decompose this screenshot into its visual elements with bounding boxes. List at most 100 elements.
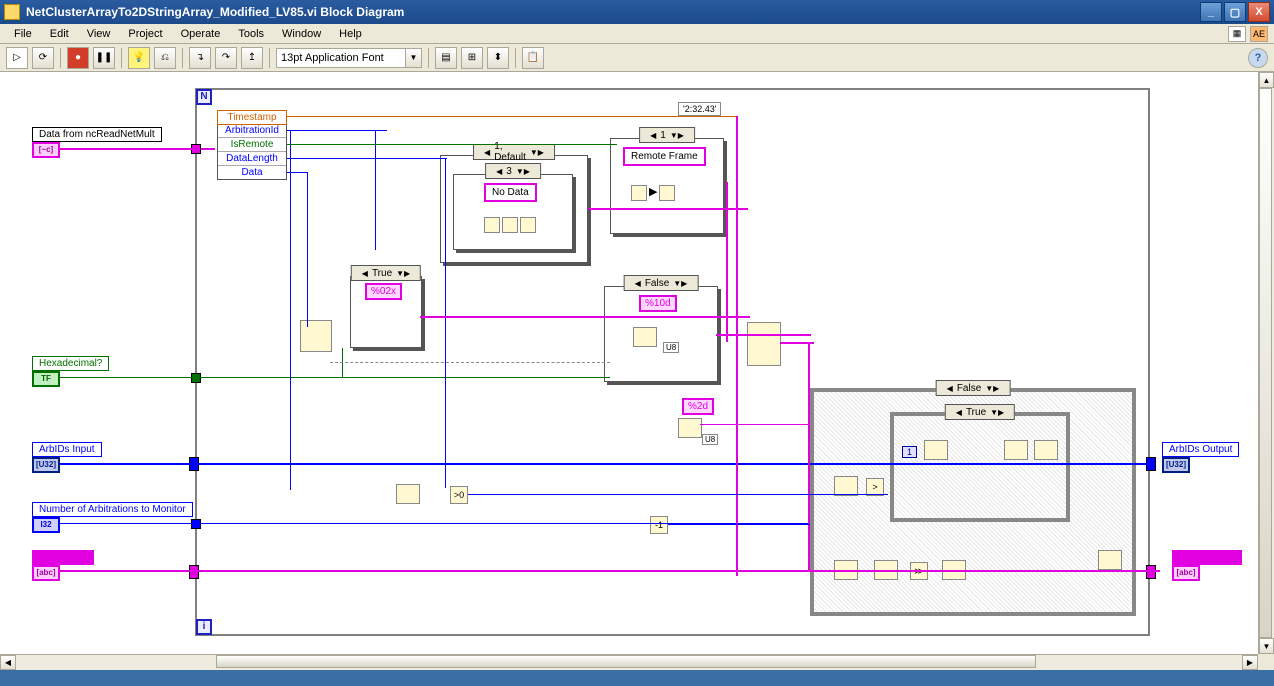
scroll-down-icon[interactable]: ▼ (1259, 638, 1274, 654)
scroll-right-icon[interactable]: ▶ (1242, 655, 1258, 670)
fmt-two[interactable]: %2d (682, 398, 714, 415)
case-inner-3[interactable]: ◀3▼▶ No Data (453, 174, 573, 250)
remote-frame-msg[interactable]: Remote Frame (623, 147, 706, 166)
build-arr3-icon[interactable] (1034, 440, 1058, 460)
case-inner-true-sel[interactable]: ◀True▼▶ (945, 404, 1015, 420)
v-scroll-thumb[interactable] (1259, 88, 1272, 638)
unbundle-node[interactable]: Timestamp ArbitrationId IsRemote DataLen… (217, 110, 287, 180)
abort-button[interactable]: ● (67, 47, 89, 69)
wire (287, 172, 307, 173)
terminal-output-arr[interactable]: [abc] (1172, 565, 1200, 581)
out-cluster-icon[interactable] (1098, 550, 1122, 570)
wire (700, 424, 810, 425)
case-outer-selector[interactable]: ◀False▼▶ (936, 380, 1011, 396)
vi-icon[interactable]: AE (1250, 26, 1268, 42)
reorder-button[interactable]: 📋 (522, 47, 544, 69)
case-dec-selector[interactable]: ◀False▼▶ (624, 275, 699, 291)
close-button[interactable]: X (1248, 2, 1270, 22)
fmt-into-string-icon[interactable] (633, 327, 657, 347)
menu-view[interactable]: View (79, 26, 119, 42)
const-one[interactable]: 1 (902, 446, 917, 458)
u8-type-icon[interactable]: U8 (663, 342, 679, 353)
control-input-arr[interactable]: Input Array (32, 550, 94, 565)
fmt-dec[interactable]: %10d (639, 295, 677, 312)
indicator-arbids-out[interactable]: ArbIDs Output (1162, 442, 1239, 457)
search-array-node[interactable] (300, 320, 332, 352)
control-hex[interactable]: Hexadecimal? (32, 356, 109, 371)
context-help-icon[interactable]: ▦ (1228, 26, 1246, 42)
tunnel-in-hex (191, 373, 201, 383)
build-array2-icon[interactable] (631, 185, 647, 201)
menu-project[interactable]: Project (120, 26, 170, 42)
terminal-arbids-in[interactable]: [U32] (32, 457, 60, 473)
menu-file[interactable]: File (6, 26, 40, 42)
case-dec-frame[interactable]: ◀False▼▶ %10d U8 (604, 286, 718, 382)
fmt-hex[interactable]: %02x (365, 283, 402, 300)
run-continuous-button[interactable]: ⟳ (32, 47, 54, 69)
case-default-selector[interactable]: ◀1, Default▼▶ (473, 144, 555, 160)
help-button[interactable]: ? (1248, 48, 1268, 68)
concat-icon[interactable] (502, 217, 518, 233)
menu-tools[interactable]: Tools (230, 26, 272, 42)
indicator-output-arr[interactable]: Output Array (1172, 550, 1242, 565)
resize-button[interactable]: ⬍ (487, 47, 509, 69)
scroll-left-icon[interactable]: ◀ (0, 655, 16, 670)
wire (668, 524, 810, 525)
minimize-button[interactable]: _ (1200, 2, 1222, 22)
step-into-button[interactable]: ↴ (189, 47, 211, 69)
h-scroll-thumb[interactable] (216, 655, 1036, 668)
time-format-const[interactable]: '2:32.43' (678, 102, 721, 116)
decrement-node[interactable]: -1 (650, 516, 668, 534)
nodata-msg[interactable]: No Data (484, 183, 537, 202)
case-inner-selector[interactable]: ◀3▼▶ (485, 163, 541, 179)
gt0-node[interactable]: >0 (450, 486, 468, 504)
terminal-num-arb[interactable]: I32 (32, 517, 60, 533)
case-remote-frame[interactable]: ◀1▼▶ Remote Frame ▶ (610, 138, 724, 234)
menu-operate[interactable]: Operate (173, 26, 229, 42)
align-button[interactable]: ▤ (435, 47, 457, 69)
case-remote-selector[interactable]: ◀1▼▶ (639, 127, 695, 143)
font-dropdown-icon[interactable]: ▼ (406, 48, 422, 68)
build-array-icon[interactable] (484, 217, 500, 233)
step-out-button[interactable]: ↥ (241, 47, 263, 69)
highlight-exec-button[interactable]: 💡 (128, 47, 150, 69)
str-icon[interactable] (520, 217, 536, 233)
pause-button[interactable]: ❚❚ (93, 47, 115, 69)
menu-edit[interactable]: Edit (42, 26, 77, 42)
u8b-icon[interactable]: U8 (702, 434, 718, 445)
horizontal-scrollbar[interactable]: ◀ ▶ (0, 654, 1258, 670)
font-selector[interactable]: ▼ (276, 48, 422, 68)
terminal-data-in[interactable]: [~c] (32, 142, 60, 158)
vertical-scrollbar[interactable]: ▲ ▼ (1258, 72, 1274, 654)
run-button[interactable]: ▷ (6, 47, 28, 69)
control-num-arb[interactable]: Number of Arbitrations to Monitor (32, 502, 193, 517)
case-default-outer[interactable]: ◀1, Default▼▶ ◀3▼▶ No Data (440, 155, 588, 263)
delete-elem-icon[interactable] (924, 440, 948, 460)
array-size-icon[interactable] (834, 476, 858, 496)
font-input[interactable] (276, 48, 406, 68)
case-hex-frame[interactable]: ◀True▼▶ %02x (350, 276, 422, 348)
concat2-icon[interactable] (659, 185, 675, 201)
terminal-hex[interactable]: TF (32, 371, 60, 387)
search-1d-icon[interactable] (396, 484, 420, 504)
scroll-up-icon[interactable]: ▲ (1259, 72, 1274, 88)
case-outer-false[interactable]: ◀False▼▶ ◀True▼▶ 1 > ≫ (810, 388, 1136, 616)
maximize-button[interactable]: ▢ (1224, 2, 1246, 22)
build-strings-node[interactable] (747, 322, 781, 366)
case-hex-selector[interactable]: ◀True▼▶ (351, 265, 421, 281)
insert-elem-icon[interactable] (1004, 440, 1028, 460)
wire (736, 116, 738, 576)
fmt2-node[interactable] (678, 418, 702, 438)
menu-window[interactable]: Window (274, 26, 329, 42)
terminal-input-arr[interactable]: [abc] (32, 565, 60, 581)
wire (287, 116, 737, 117)
menu-help[interactable]: Help (331, 26, 370, 42)
control-arbids-in[interactable]: ArbIDs Input (32, 442, 102, 457)
terminal-arbids-out[interactable]: [U32] (1162, 457, 1190, 473)
retain-wire-button[interactable]: ⎌ (154, 47, 176, 69)
block-diagram-canvas[interactable]: N i Data from ncReadNetMult [~c] Hexadec… (0, 72, 1274, 670)
control-data-in[interactable]: Data from ncReadNetMult (32, 127, 162, 142)
step-over-button[interactable]: ↷ (215, 47, 237, 69)
case-inner-true[interactable]: ◀True▼▶ 1 (890, 412, 1070, 522)
distribute-button[interactable]: ⊞ (461, 47, 483, 69)
